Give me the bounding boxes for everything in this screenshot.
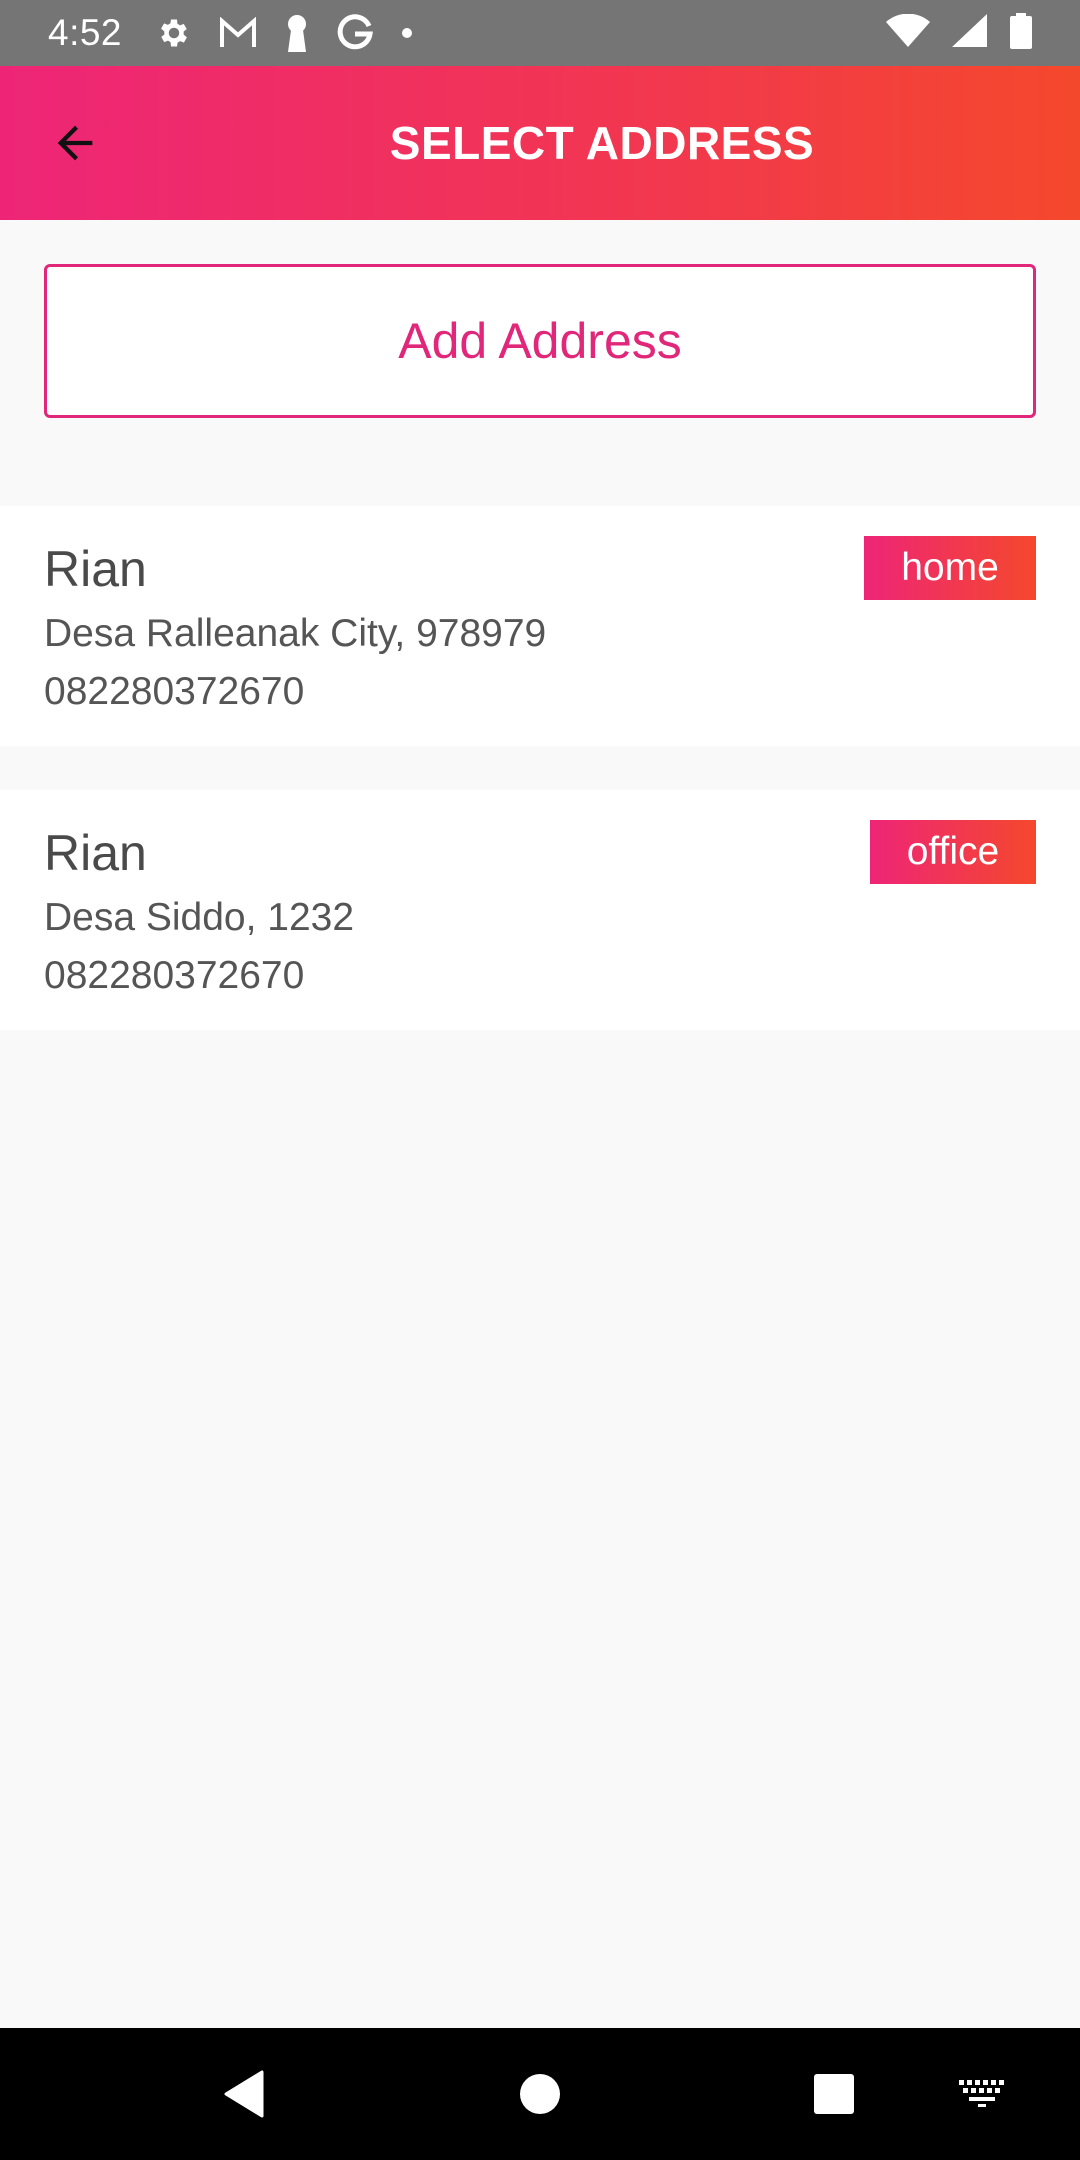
nav-keyboard-button[interactable]	[952, 2064, 1012, 2124]
address-line: Desa Ralleanak City, 978979	[44, 612, 547, 655]
app-bar: SELECT ADDRESS	[0, 66, 1080, 220]
back-triangle-icon	[224, 2070, 264, 2118]
address-card[interactable]: Rian Desa Siddo, 1232 082280372670 offic…	[0, 790, 1080, 1030]
status-bar: 4:52	[0, 0, 1080, 66]
address-name: Rian	[44, 825, 147, 881]
recents-square-icon	[814, 2074, 854, 2114]
google-icon	[336, 14, 374, 52]
add-address-button[interactable]: Add Address	[44, 264, 1036, 418]
navigation-bar	[0, 2028, 1080, 2160]
screen: 4:52 SELECT ADDRESS Add Address Rian Des…	[0, 0, 1080, 2160]
page-title: SELECT ADDRESS	[389, 117, 815, 169]
address-tag-badge: home	[864, 536, 1036, 600]
wifi-icon	[886, 13, 930, 53]
home-circle-icon	[520, 2074, 560, 2114]
address-tag-badge: office	[870, 820, 1036, 884]
battery-icon	[1010, 12, 1032, 54]
keyboard-icon	[959, 2080, 1004, 2107]
address-phone: 082280372670	[44, 954, 305, 997]
address-line: Desa Siddo, 1232	[44, 896, 355, 939]
status-right-icons	[886, 12, 1032, 54]
dot-icon	[400, 26, 414, 40]
settings-icon	[156, 15, 192, 51]
nav-home-button[interactable]	[510, 2064, 570, 2124]
gmail-icon	[218, 17, 258, 49]
address-card[interactable]: Rian Desa Ralleanak City, 978979 0822803…	[0, 506, 1080, 746]
nav-back-button[interactable]	[214, 2064, 274, 2124]
signal-icon	[952, 13, 988, 53]
address-name: Rian	[44, 541, 147, 597]
address-phone: 082280372670	[44, 670, 305, 713]
keyhole-icon	[284, 14, 310, 52]
nav-recents-button[interactable]	[804, 2064, 864, 2124]
status-time: 4:52	[48, 12, 123, 53]
status-left-icons	[156, 14, 414, 52]
